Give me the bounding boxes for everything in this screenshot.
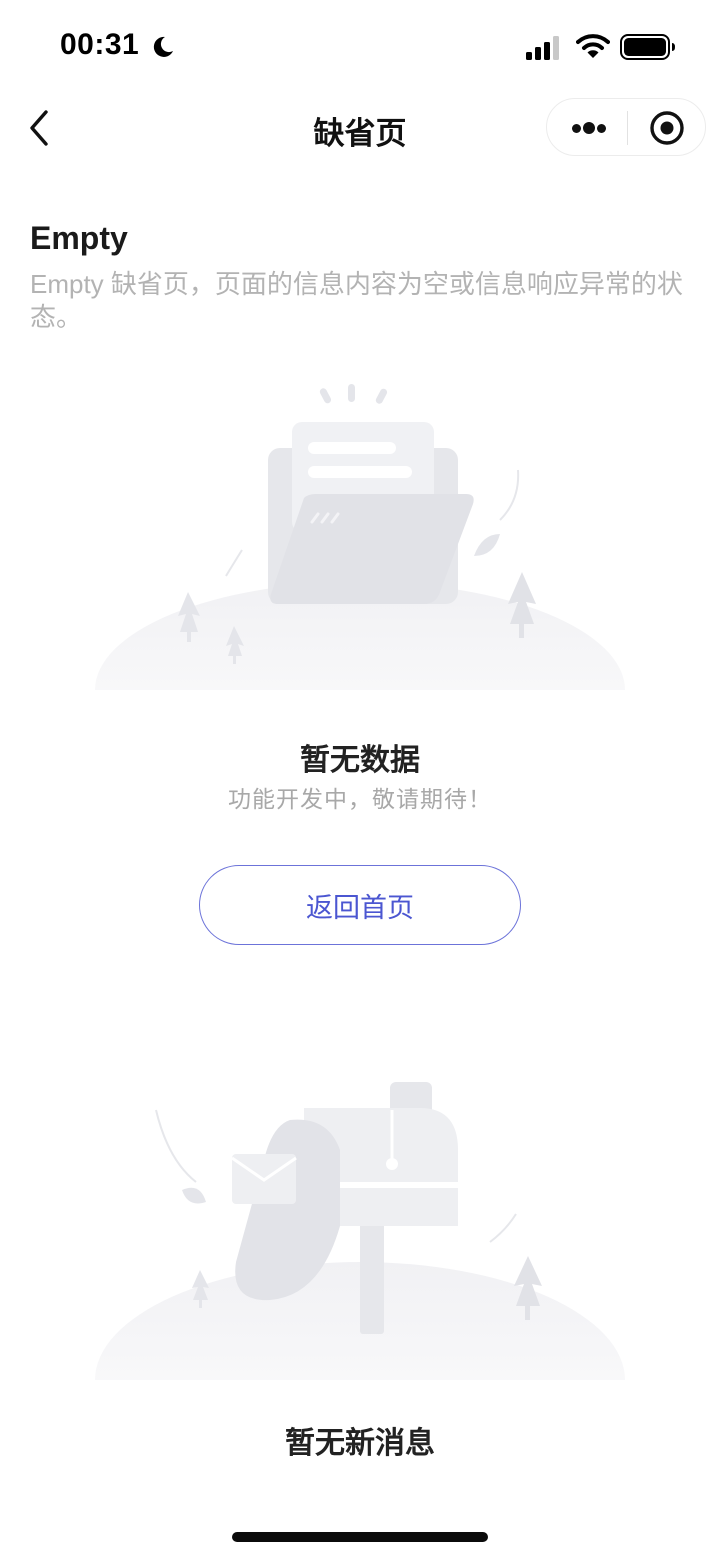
back-home-label: 返回首页 — [306, 892, 414, 923]
signal-icon — [526, 36, 559, 60]
section-title: Empty — [30, 220, 128, 256]
section-description: Empty 缺省页，页面的信息内容为空或信息响应异常的状态。 — [30, 269, 683, 332]
capsule-menu — [546, 98, 706, 156]
more-icon — [572, 124, 581, 133]
close-miniprogram-button[interactable] — [628, 99, 706, 157]
empty-data-subtitle: 功能开发中，敬请期待！ — [228, 786, 492, 812]
wifi-icon — [576, 34, 610, 58]
back-home-button[interactable]: 返回首页 — [199, 865, 521, 945]
moon-icon — [153, 36, 173, 57]
battery-icon — [620, 34, 675, 60]
home-indicator — [232, 1532, 488, 1542]
more-button[interactable] — [547, 99, 627, 157]
status-time: 00:31 — [60, 28, 140, 61]
empty-message-title: 暂无新消息 — [285, 1427, 435, 1460]
empty-data-title: 暂无数据 — [300, 744, 420, 777]
empty-mailbox-illustration — [95, 1082, 625, 1380]
empty-folder-illustration — [95, 384, 625, 690]
